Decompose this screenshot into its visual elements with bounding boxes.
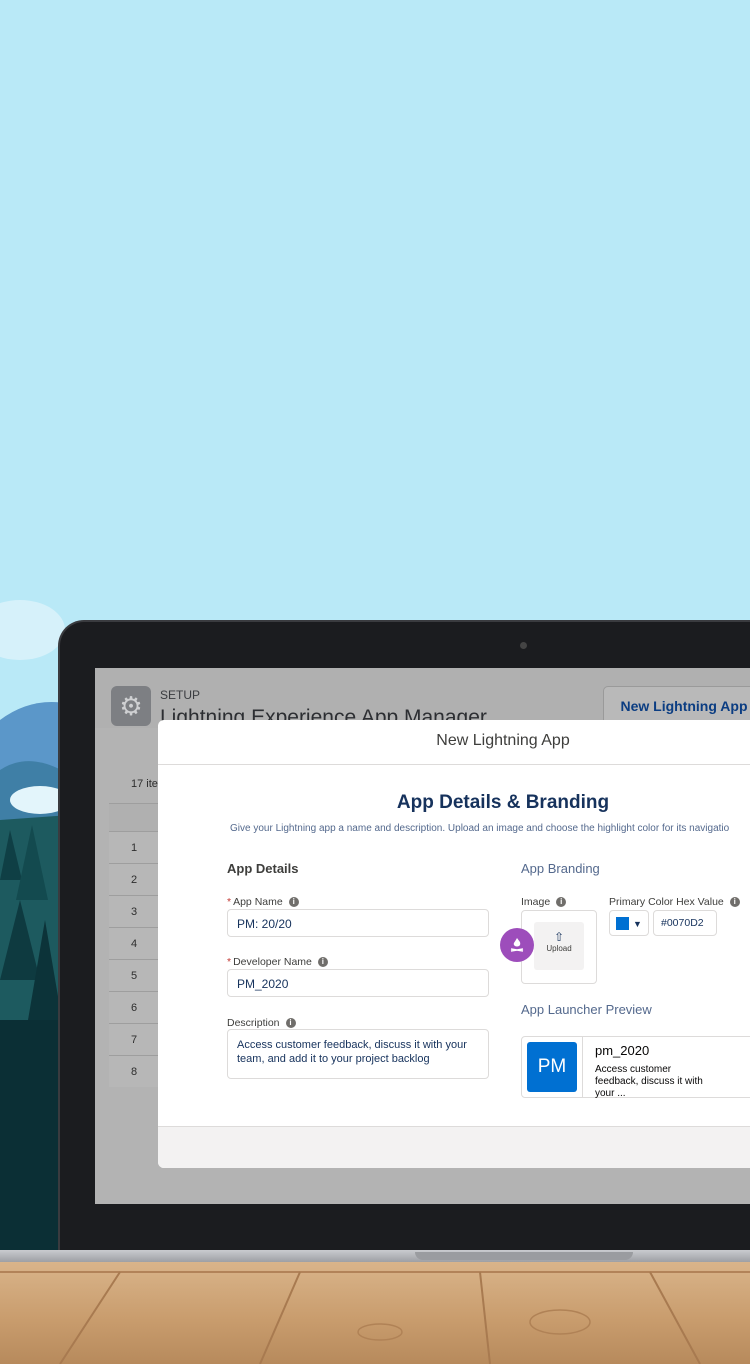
preview-app-name: pm_2020 <box>595 1043 650 1058</box>
app-branding-heading: App Branding <box>521 861 600 876</box>
scene: ⚙ SETUP Lightning Experience App Manager… <box>0 0 750 1364</box>
image-label-text: Image <box>521 896 551 908</box>
divider <box>582 1037 583 1097</box>
upload-button[interactable]: ⇧ Upload <box>534 922 584 970</box>
wooden-floor <box>0 1262 750 1364</box>
developer-name-label: * Developer Name i <box>227 956 328 968</box>
image-label: Image i <box>521 896 567 908</box>
developer-name-label-text: Developer Name <box>233 956 312 968</box>
app-name-label-text: App Name <box>233 896 283 908</box>
description-textarea[interactable]: Access customer feedback, discuss it wit… <box>227 1029 489 1079</box>
app-launcher-preview-heading: App Launcher Preview <box>521 1002 652 1017</box>
camera-icon <box>520 642 527 649</box>
required-marker: * <box>227 896 232 908</box>
info-icon[interactable]: i <box>317 957 328 968</box>
laptop-screen: ⚙ SETUP Lightning Experience App Manager… <box>95 668 750 1204</box>
app-tile: PM <box>527 1042 577 1092</box>
setup-header: ⚙ SETUP Lightning Experience App Manager… <box>95 668 750 729</box>
laptop-notch <box>415 1252 633 1260</box>
app-name-label: * App Name i <box>227 896 299 908</box>
color-picker-button[interactable]: ▼ <box>609 910 649 936</box>
modal-title: New Lightning App <box>436 732 570 749</box>
gear-icon: ⚙ <box>111 686 151 726</box>
chevron-down-icon: ▼ <box>633 919 642 929</box>
modal-footer <box>158 1126 750 1168</box>
info-icon[interactable]: i <box>285 1018 296 1029</box>
color-label: Primary Color Hex Value i <box>609 896 740 908</box>
setup-label: SETUP <box>160 688 201 702</box>
description-label-text: Description <box>227 1017 280 1029</box>
preview-app-description: Access customer feedback, discuss it wit… <box>595 1064 703 1099</box>
info-icon[interactable]: i <box>729 897 740 908</box>
required-marker: * <box>227 956 232 968</box>
color-label-text: Primary Color Hex Value <box>609 896 724 908</box>
hex-color-input[interactable]: #0070D2 <box>653 910 717 936</box>
developer-name-input[interactable]: PM_2020 <box>227 969 489 997</box>
upload-icon: ⇧ <box>553 930 565 944</box>
app-name-input[interactable]: PM: 20/20 <box>227 909 489 937</box>
description-label: Description i <box>227 1017 296 1029</box>
campfire-badge-icon <box>500 928 534 962</box>
app-details-heading: App Details <box>227 861 299 876</box>
info-icon[interactable]: i <box>556 897 567 908</box>
items-count: 17 ite <box>131 778 158 790</box>
info-icon[interactable]: i <box>288 897 299 908</box>
new-app-modal: New Lightning App App Details & Branding… <box>158 720 750 1168</box>
upload-label: Upload <box>546 944 572 953</box>
section-subtitle: Give your Lightning app a name and descr… <box>230 823 730 834</box>
app-launcher-preview-card: PM pm_2020 Access customer feedback, dis… <box>521 1036 750 1099</box>
section-title: App Details & Branding <box>396 792 610 813</box>
color-swatch <box>616 917 629 930</box>
